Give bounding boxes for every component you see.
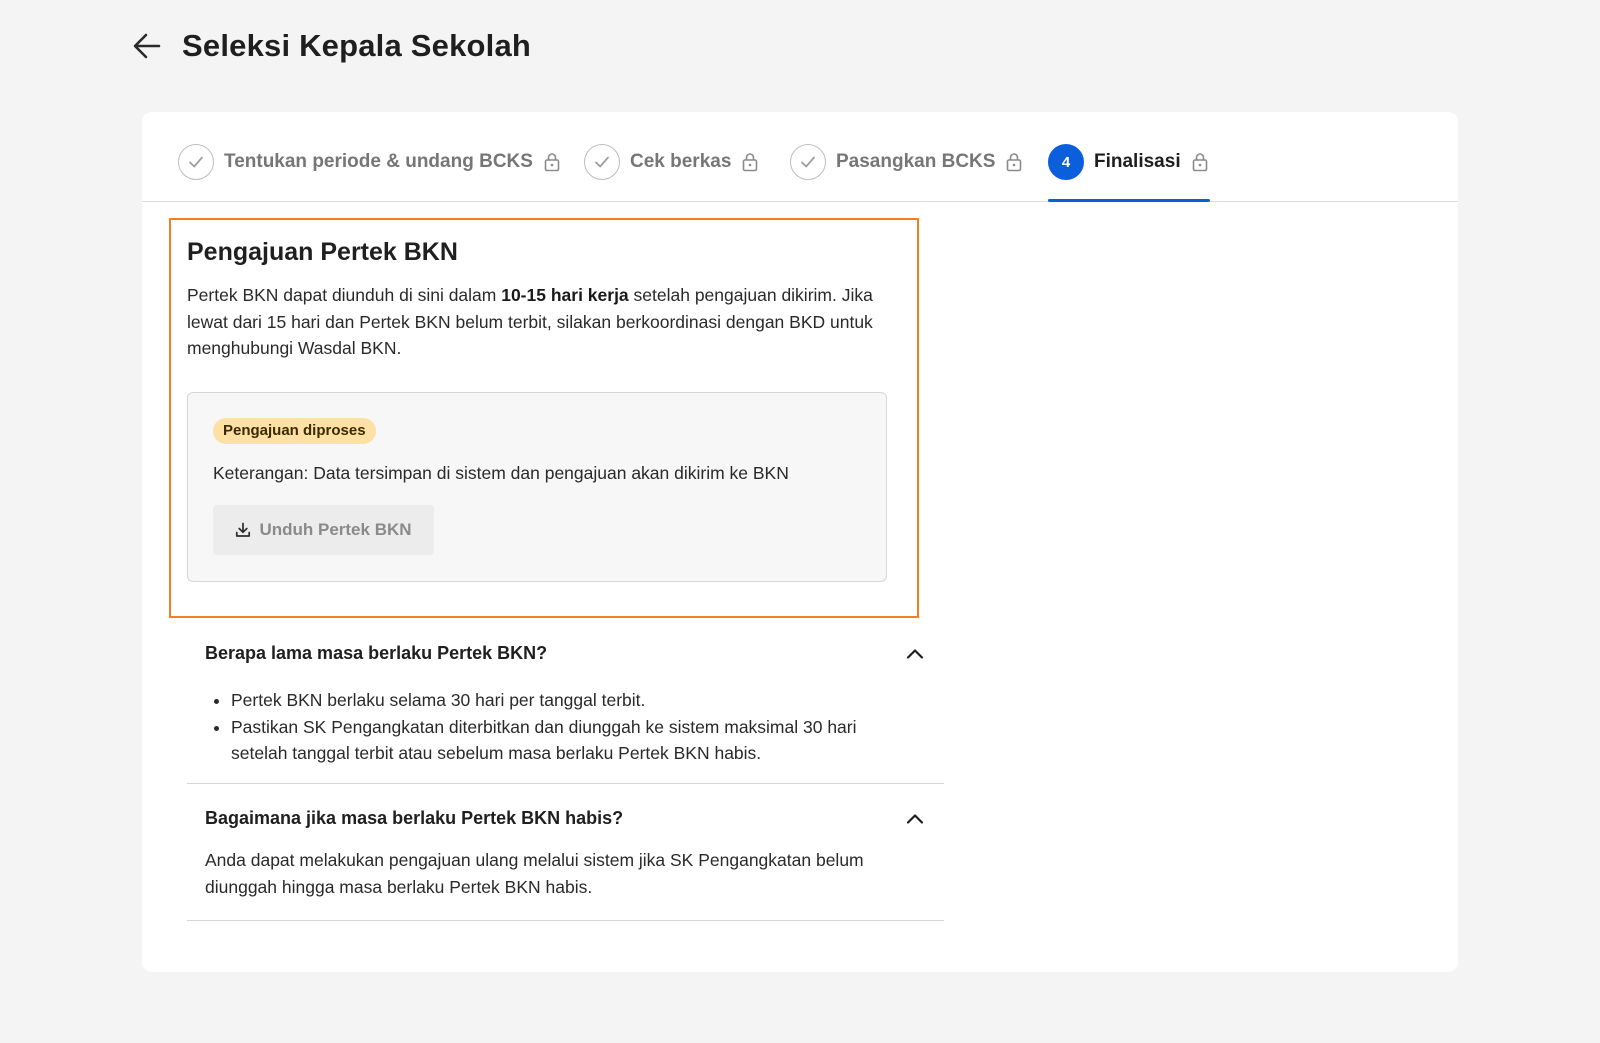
pertek-highlight-box: Pengajuan Pertek BKN Pertek BKN dapat di… <box>169 218 919 618</box>
step-complete-indicator <box>178 144 214 180</box>
back-button[interactable] <box>130 29 164 63</box>
step-complete-indicator <box>790 144 826 180</box>
download-button-label: Unduh Pertek BKN <box>259 520 412 539</box>
section-title: Pengajuan Pertek BKN <box>187 238 458 266</box>
chevron-up-icon <box>906 813 924 824</box>
status-card: Pengajuan diproses Keterangan: Data ters… <box>187 392 887 582</box>
arrow-left-icon <box>133 33 161 59</box>
faq-answer: Pertek BKN berlaku selama 30 hari per ta… <box>205 687 915 767</box>
faq-question: Berapa lama masa berlaku Pertek BKN? <box>205 643 548 663</box>
lock-icon <box>741 144 759 180</box>
step-label: Tentukan periode & undang BCKS <box>224 151 533 172</box>
check-icon <box>801 156 815 168</box>
keterangan-text: Keterangan: Data tersimpan di sistem dan… <box>213 463 789 483</box>
faq-bullet: Pastikan SK Pengangkatan diterbitkan dan… <box>231 714 915 767</box>
faq-accordion-header[interactable]: Bagaimana jika masa berlaku Pertek BKN h… <box>205 808 925 829</box>
active-step-underline <box>1048 199 1210 202</box>
step-pasangkan-bcks[interactable]: Pasangkan BCKS <box>790 144 1023 202</box>
page-title: Seleksi Kepala Sekolah <box>182 28 532 63</box>
lock-icon <box>1005 144 1023 180</box>
main-card: Tentukan periode & undang BCKS Cek berka… <box>142 112 1458 972</box>
chevron-up-icon <box>906 648 924 659</box>
step-cek-berkas[interactable]: Cek berkas <box>584 144 759 202</box>
step-tentukan-periode[interactable]: Tentukan periode & undang BCKS <box>178 144 561 202</box>
section-description: Pertek BKN dapat diunduh di sini dalam 1… <box>187 282 897 362</box>
step-label: Finalisasi <box>1094 151 1181 172</box>
step-label: Cek berkas <box>630 151 732 172</box>
download-icon <box>236 522 251 537</box>
faq-answer: Anda dapat melakukan pengajuan ulang mel… <box>205 850 864 897</box>
step-number-indicator: 4 <box>1048 144 1084 180</box>
desc-part-1: Pertek BKN dapat diunduh di sini dalam <box>187 285 502 305</box>
faq-accordion-item: Berapa lama masa berlaku Pertek BKN? Per… <box>187 619 944 784</box>
faq-bullet: Pertek BKN berlaku selama 30 hari per ta… <box>231 687 915 714</box>
stepper: Tentukan periode & undang BCKS Cek berka… <box>142 112 1458 202</box>
step-label: Pasangkan BCKS <box>836 151 996 172</box>
check-icon <box>189 156 203 168</box>
faq-question: Bagaimana jika masa berlaku Pertek BKN h… <box>205 808 624 828</box>
lock-icon <box>543 144 561 180</box>
step-finalisasi[interactable]: 4 Finalisasi <box>1048 144 1210 202</box>
desc-bold: 10-15 hari kerja <box>501 285 629 305</box>
page-header: Seleksi Kepala Sekolah <box>130 28 531 64</box>
check-icon <box>595 156 609 168</box>
step-complete-indicator <box>584 144 620 180</box>
download-pertek-button[interactable]: Unduh Pertek BKN <box>213 505 434 555</box>
faq-accordion-header[interactable]: Berapa lama masa berlaku Pertek BKN? <box>205 643 925 664</box>
status-badge: Pengajuan diproses <box>213 418 376 444</box>
lock-icon <box>1191 144 1209 180</box>
faq-accordion-item: Bagaimana jika masa berlaku Pertek BKN h… <box>187 784 944 921</box>
